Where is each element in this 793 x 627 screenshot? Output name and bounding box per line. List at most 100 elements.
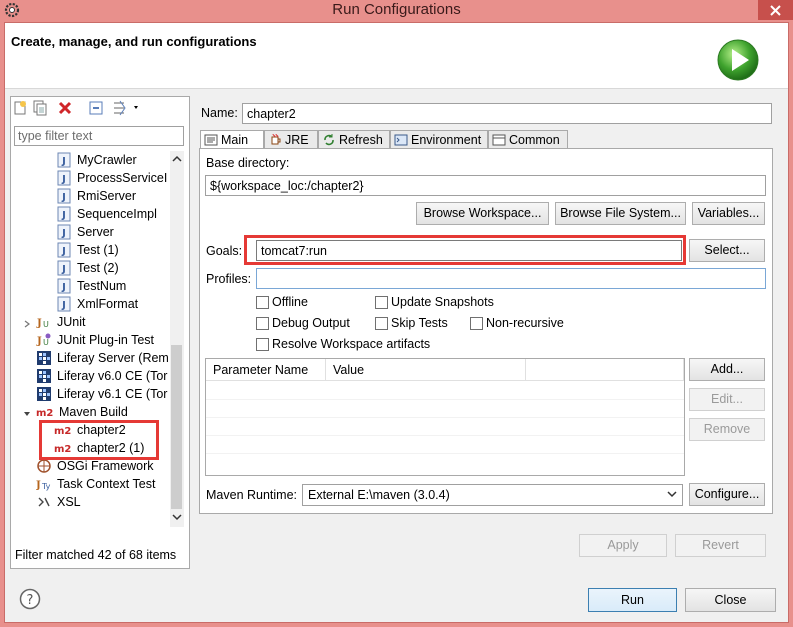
tab-refresh[interactable]: Refresh — [318, 130, 390, 149]
svg-text:J: J — [61, 156, 66, 167]
tree-item-label: RmiServer — [77, 189, 137, 203]
maven-runtime-select[interactable]: External E:\maven (3.0.4) — [302, 484, 683, 506]
debug-output-checkbox[interactable]: Debug Output — [256, 315, 350, 331]
tree-item-label: Test (1) — [77, 243, 119, 257]
variables-button[interactable]: Variables... — [692, 202, 765, 225]
svg-text:U: U — [43, 320, 49, 329]
resolve-workspace-checkbox-label: Resolve Workspace artifacts — [272, 337, 431, 351]
select-goals-button[interactable]: Select... — [689, 239, 765, 262]
tree-item-label: JUnit — [57, 315, 86, 329]
svg-text:J: J — [36, 336, 42, 347]
java-class-icon: J — [56, 242, 72, 258]
filter-input[interactable] — [14, 126, 184, 146]
tree-item[interactable]: m2 Maven Build — [36, 403, 128, 421]
osgi-icon — [36, 458, 52, 474]
java-class-icon: J — [56, 278, 72, 294]
svg-text:Ty: Ty — [41, 482, 51, 491]
resolve-workspace-checkbox-box[interactable] — [256, 337, 269, 351]
profiles-input[interactable] — [256, 268, 766, 289]
svg-text:J: J — [61, 300, 66, 311]
close-window-button[interactable] — [758, 0, 793, 20]
skip-tests-checkbox[interactable]: Skip Tests — [375, 315, 448, 331]
tree-item[interactable]: J ProcessServiceI — [56, 169, 167, 187]
liferay-icon — [36, 350, 52, 366]
skip-tests-checkbox-box[interactable] — [375, 316, 388, 330]
tab-common[interactable]: Common — [488, 130, 568, 149]
apply-button[interactable]: Apply — [579, 534, 667, 557]
table-row — [206, 453, 684, 454]
svg-text:J: J — [61, 228, 66, 239]
delete-configuration-icon[interactable] — [57, 100, 75, 118]
tab-jre[interactable]: JRE — [264, 130, 318, 149]
common-tab-icon — [492, 134, 506, 146]
tree-item-label: Liferay Server (Rem — [57, 351, 169, 365]
browse-workspace-button[interactable]: Browse Workspace... — [416, 202, 549, 225]
tree-item[interactable]: J Test (2) — [56, 259, 119, 277]
tree-item-label: Maven Build — [59, 405, 128, 419]
skip-tests-checkbox-label: Skip Tests — [391, 316, 448, 330]
scroll-up-icon[interactable] — [172, 155, 182, 163]
edit-parameter-button[interactable]: Edit... — [689, 388, 765, 411]
duplicate-configuration-icon[interactable] — [32, 100, 50, 118]
resolve-workspace-checkbox[interactable]: Resolve Workspace artifacts — [256, 336, 430, 352]
collapse-arrow-icon[interactable] — [22, 408, 32, 418]
close-button[interactable]: Close — [685, 588, 776, 612]
configuration-tree: J MyCrawler J ProcessServiceI J RmiServer J Seq… — [14, 151, 170, 526]
column-header-parameter-name[interactable]: Parameter Name — [206, 359, 326, 381]
new-configuration-icon[interactable] — [12, 100, 30, 118]
goals-input[interactable] — [256, 240, 682, 261]
tree-item[interactable]: J SequenceImpl — [56, 205, 157, 223]
svg-text:J: J — [61, 246, 66, 257]
table-row — [206, 435, 684, 436]
base-directory-input[interactable] — [205, 175, 766, 196]
offline-checkbox-label: Offline — [272, 295, 308, 309]
tree-item[interactable]: J MyCrawler — [56, 151, 137, 169]
tree-item[interactable]: J XmlFormat — [56, 295, 138, 313]
remove-parameter-button[interactable]: Remove — [689, 418, 765, 441]
tree-item[interactable]: J RmiServer — [56, 187, 136, 205]
tree-item-label: SequenceImpl — [77, 207, 157, 221]
column-header-value[interactable]: Value — [326, 359, 526, 381]
tree-item[interactable]: J U JUnit Plug-in Test — [36, 331, 154, 349]
scrollbar-thumb[interactable] — [171, 345, 182, 509]
help-icon[interactable]: ? — [19, 588, 41, 610]
update-snapshots-checkbox[interactable]: Update Snapshots — [375, 294, 494, 310]
chevron-down-icon[interactable] — [667, 490, 677, 498]
expand-arrow-icon[interactable] — [22, 318, 32, 328]
tab-environment[interactable]: Environment — [390, 130, 488, 149]
non-recursive-checkbox-box[interactable] — [470, 316, 483, 330]
offline-checkbox[interactable]: Offline — [256, 294, 308, 310]
tree-item-label: MyCrawler — [77, 153, 137, 167]
tree-item[interactable]: J Test (1) — [56, 241, 119, 259]
tree-item[interactable]: J Ty Task Context Test — [35, 475, 155, 493]
tree-item[interactable]: J Server — [56, 223, 114, 241]
parameters-table[interactable]: Parameter Name Value — [205, 358, 685, 476]
tree-item[interactable]: J U JUnit — [36, 313, 85, 331]
svg-text:?: ? — [27, 593, 34, 608]
offline-checkbox-box[interactable] — [256, 295, 269, 309]
svg-text:m2: m2 — [36, 408, 53, 419]
tab-refresh-label: Refresh — [339, 133, 383, 147]
add-parameter-button[interactable]: Add... — [689, 358, 765, 381]
tree-item[interactable]: Liferay v6.0 CE (Tor — [36, 367, 167, 385]
tree-item[interactable]: Liferay v6.1 CE (Tor — [36, 385, 167, 403]
table-row — [206, 399, 684, 400]
filter-configurations-icon[interactable] — [112, 100, 138, 118]
run-button[interactable]: Run — [588, 588, 677, 612]
update-snapshots-checkbox-box[interactable] — [375, 295, 388, 309]
revert-button[interactable]: Revert — [675, 534, 766, 557]
tree-item[interactable]: XSL — [36, 493, 81, 511]
tree-item[interactable]: J TestNum — [56, 277, 126, 295]
debug-output-checkbox-box[interactable] — [256, 316, 269, 330]
tree-item-label: Server — [77, 225, 114, 239]
non-recursive-checkbox[interactable]: Non-recursive — [470, 315, 564, 331]
svg-text:J: J — [36, 480, 41, 491]
collapse-all-icon[interactable] — [88, 100, 106, 118]
browse-file-system-button[interactable]: Browse File System... — [555, 202, 686, 225]
tab-main[interactable]: Main — [200, 130, 264, 150]
configure-runtime-button[interactable]: Configure... — [689, 483, 765, 506]
scroll-down-icon[interactable] — [172, 513, 182, 521]
name-input[interactable] — [242, 103, 772, 124]
highlight-box-maven-configs — [39, 420, 159, 460]
tree-item[interactable]: Liferay Server (Rem — [36, 349, 169, 367]
